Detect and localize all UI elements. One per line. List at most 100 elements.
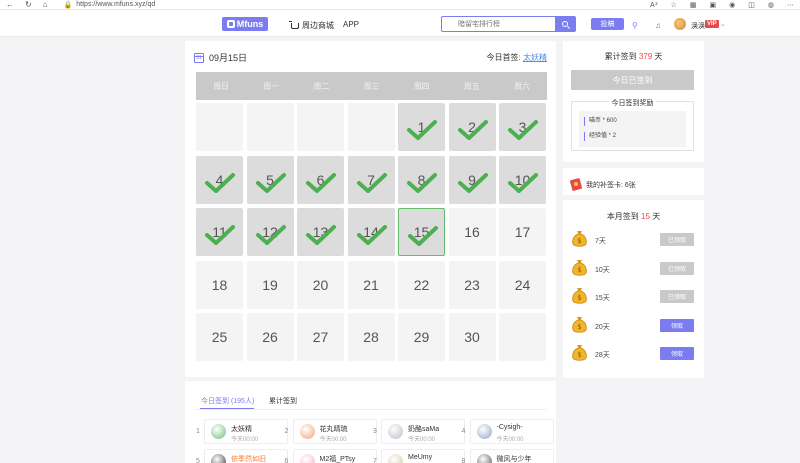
day-number: 16 [464, 224, 480, 240]
calendar-day[interactable]: 25 [196, 313, 243, 361]
edge-icon[interactable]: ◍ [768, 1, 774, 9]
calendar-day[interactable]: 24 [499, 260, 546, 309]
header-search-icon[interactable]: ⚲ [632, 21, 638, 30]
calendar-day[interactable]: 15 [398, 208, 445, 256]
day-number: 25 [211, 329, 228, 345]
nav-shop[interactable]: 周边商城 [289, 20, 334, 31]
url-prefix: https:// [76, 1, 98, 8]
calendar-day[interactable]: 22 [398, 260, 445, 309]
collections-icon[interactable]: ◫ [748, 1, 755, 9]
more-icon[interactable]: ⋯ [787, 1, 794, 9]
claimed-button[interactable]: 已领取 [660, 290, 694, 303]
wallet-icon[interactable]: ▣ [710, 1, 717, 9]
calendar-day[interactable]: 29 [398, 313, 445, 361]
calendar-day[interactable]: 30 [448, 313, 496, 361]
site-logo[interactable]: Mfuns [222, 17, 268, 31]
milestone-row: $10天 已领取 [571, 259, 696, 279]
calendar-day[interactable]: 20 [297, 260, 344, 309]
user-card[interactable]: 5 依季然如旧 [196, 449, 288, 463]
calendar-day[interactable]: 4 [196, 155, 243, 204]
bell-icon[interactable]: ♫ [655, 21, 661, 30]
signed-today-button[interactable]: 今日已签到 [571, 70, 694, 90]
address-bar[interactable]: https://www.mfuns.xyz/qd [76, 1, 155, 8]
claim-button[interactable]: 领取 [660, 318, 694, 332]
calendar-day[interactable]: 8 [398, 155, 445, 204]
search-input[interactable] [442, 17, 556, 31]
calendar-day[interactable]: 12 [246, 208, 294, 256]
home-icon[interactable]: ⌂ [43, 0, 48, 9]
profile-icon[interactable]: ◉ [729, 1, 735, 9]
vip-badge: VIP [705, 20, 719, 28]
reward-list: 喵币 * 600 经验值 * 2 [579, 111, 686, 147]
calendar-day[interactable]: 10 [499, 155, 546, 204]
user-card[interactable]: 6 M2福_PTsy [285, 449, 377, 463]
calendar-day[interactable]: 21 [347, 260, 395, 309]
user-card[interactable]: 8 微风与少年 [462, 449, 554, 463]
chevron-down-icon[interactable]: ⌄ [720, 20, 726, 28]
weekday-sat: 周六 [513, 81, 530, 91]
user-name: 花丸晴琉 [319, 426, 348, 433]
calendar-day[interactable]: 3 [499, 103, 546, 151]
total-days: 379 [638, 52, 653, 61]
check-icon [205, 172, 235, 193]
search-box [441, 16, 576, 32]
milestone-label: 20天 [595, 323, 610, 331]
user-card[interactable]: 2 花丸晴琉 今天00:00 [285, 419, 377, 444]
money-bag-icon: $ [572, 288, 587, 304]
reward-exp: 经验值 * 2 [584, 132, 616, 141]
favorite-icon[interactable]: ☆ [671, 1, 677, 9]
calendar-day[interactable]: 6 [297, 155, 344, 204]
calendar-day[interactable]: 9 [448, 155, 496, 204]
search-button[interactable] [555, 17, 575, 31]
user-rank: 6 [284, 458, 289, 463]
back-icon[interactable]: ← [6, 0, 14, 9]
claimed-button[interactable]: 已领取 [660, 261, 694, 275]
calendar-day[interactable]: 7 [347, 155, 395, 204]
milestone-label: 28天 [595, 352, 610, 359]
user-avatar[interactable] [674, 18, 686, 30]
read-aloud-icon[interactable]: A ² [650, 2, 658, 9]
first-signin-user-link[interactable]: 太妖精 [523, 53, 547, 62]
calendar-day[interactable]: 13 [297, 208, 344, 256]
calendar-day[interactable]: 17 [499, 208, 546, 256]
tab-divider [195, 409, 547, 410]
day-number: 23 [464, 276, 480, 293]
nav-app[interactable]: APP [343, 20, 359, 29]
calendar-day[interactable]: 23 [448, 260, 496, 309]
claimed-button[interactable]: 已领取 [660, 233, 694, 246]
calendar-day[interactable]: 14 [347, 208, 395, 256]
user-card[interactable]: 3 奶酪saMa 今天00:00 [373, 419, 465, 444]
tab-total-signin[interactable]: 累计签到 [269, 396, 297, 406]
calendar-day[interactable]: 27 [297, 313, 344, 361]
day-number: 21 [363, 276, 379, 293]
day-number: 27 [312, 329, 329, 345]
reload-icon[interactable]: ↻ [25, 0, 32, 9]
tab-today-signin[interactable]: 今日签到 (195人) [201, 396, 254, 406]
calendar-day[interactable]: 11 [196, 208, 243, 256]
calendar-day[interactable]: 28 [347, 313, 395, 361]
calendar-day[interactable]: 19 [246, 260, 294, 309]
calendar-panel: 31 09月15日 今日首签: 太妖精 周日 周一 周二 周三 周四 周五 周六… [185, 41, 556, 377]
calendar-day[interactable]: 26 [246, 313, 294, 361]
user-name[interactable]: 涣涣 [691, 21, 705, 31]
calendar-day[interactable]: 16 [448, 208, 496, 256]
user-card[interactable]: 1 太妖精 今天00:00 [196, 419, 288, 444]
user-rank: 7 [373, 458, 377, 463]
user-avatar [476, 454, 492, 463]
calendar-day[interactable]: 18 [196, 260, 243, 309]
calendar-day[interactable]: 1 [398, 103, 445, 151]
calendar-empty-cell [499, 313, 546, 361]
extensions-icon[interactable]: ▦ [690, 1, 697, 9]
upload-button[interactable]: 投稿 [591, 18, 624, 30]
day-number: 26 [262, 329, 278, 345]
cart-icon [289, 20, 299, 29]
calendar-day[interactable]: 2 [448, 103, 496, 151]
monthly-signin-title: 本月签到 15 天 [563, 211, 704, 222]
calendar-day[interactable]: 5 [246, 155, 294, 204]
user-name: MeUmy [408, 454, 433, 461]
milestone-label: 10天 [595, 266, 610, 274]
milestone-row: $20天 领取 [571, 316, 696, 336]
user-card[interactable]: 4 -Cysigh- 今天00:00 [462, 419, 554, 444]
user-card[interactable]: 7 MeUmy [373, 449, 465, 463]
claim-button[interactable]: 领取 [660, 347, 694, 360]
